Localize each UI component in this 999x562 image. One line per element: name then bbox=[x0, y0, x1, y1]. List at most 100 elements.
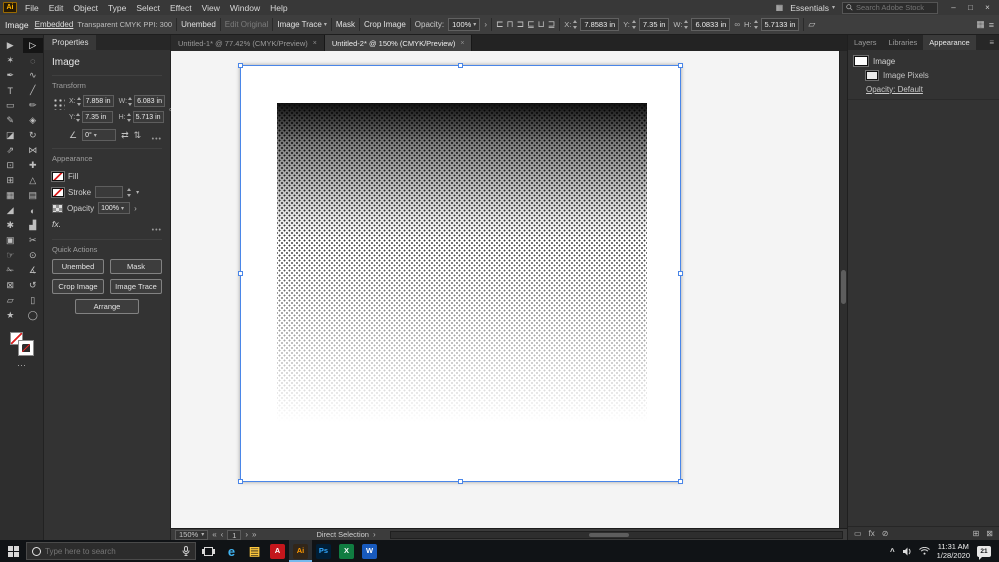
menu-select[interactable]: Select bbox=[131, 3, 165, 13]
zoom-tool[interactable]: ⊙ bbox=[23, 248, 44, 263]
stroke-swatch[interactable] bbox=[51, 186, 65, 198]
stepper[interactable] bbox=[684, 19, 689, 30]
scale-tool[interactable]: ⇗ bbox=[0, 143, 21, 158]
mask-button[interactable]: Mask bbox=[336, 20, 355, 29]
image-trace-dropdown[interactable]: Image Trace ▾ bbox=[277, 20, 326, 29]
menu-view[interactable]: View bbox=[197, 3, 225, 13]
stepper[interactable] bbox=[631, 19, 637, 30]
selection-handle[interactable] bbox=[238, 270, 243, 276]
tab-libraries[interactable]: Libraries bbox=[883, 35, 924, 50]
vertical-scrollbar[interactable] bbox=[839, 51, 847, 528]
h-input[interactable]: 5.713 in bbox=[132, 111, 164, 123]
stepper[interactable] bbox=[128, 96, 133, 107]
file-explorer-icon[interactable]: ▤ bbox=[243, 540, 266, 562]
effects-button[interactable]: fx. bbox=[52, 219, 61, 229]
minimize-button[interactable]: – bbox=[945, 3, 962, 12]
opacity-panel-arrow-icon[interactable]: › bbox=[134, 204, 137, 213]
more-options-icon[interactable]: ••• bbox=[152, 227, 162, 234]
perspective-grid-tool[interactable]: △ bbox=[23, 173, 44, 188]
stroke-swatch[interactable] bbox=[17, 340, 34, 356]
control-panel-menu-icon[interactable]: ≡ bbox=[989, 20, 994, 30]
selection-handle[interactable] bbox=[238, 479, 243, 484]
blend-tool[interactable]: ◐ bbox=[23, 203, 44, 218]
tab-appearance[interactable]: Appearance bbox=[923, 35, 976, 50]
volume-icon[interactable] bbox=[902, 547, 912, 556]
selection-handle[interactable] bbox=[457, 63, 463, 68]
image-trace-button[interactable]: Image Trace bbox=[110, 279, 162, 294]
close-tab-icon[interactable]: × bbox=[313, 40, 317, 47]
flip-horizontal-icon[interactable]: ⇄ bbox=[121, 130, 129, 141]
artboard-number-field[interactable]: 1 bbox=[227, 529, 242, 540]
pen-tool[interactable]: ✒ bbox=[0, 68, 21, 83]
menu-object[interactable]: Object bbox=[68, 3, 103, 13]
menu-file[interactable]: File bbox=[20, 3, 44, 13]
document-tab-1[interactable]: Untitled-1* @ 77.42% (CMYK/Preview) × bbox=[171, 35, 325, 51]
clock[interactable]: 11:31 AM 1/28/2020 bbox=[937, 542, 970, 560]
illustrator-icon[interactable]: Ai bbox=[289, 540, 312, 562]
workspace-switcher[interactable]: Essentials ▾ bbox=[790, 3, 835, 13]
tab-properties[interactable]: Properties bbox=[44, 35, 97, 50]
unembed-button[interactable]: Unembed bbox=[181, 20, 216, 29]
menu-window[interactable]: Window bbox=[225, 3, 265, 13]
panel-menu-icon[interactable]: ≡ bbox=[984, 38, 999, 47]
direct-selection-tool[interactable]: ▷ bbox=[22, 38, 43, 53]
embedded-link[interactable]: Embedded bbox=[35, 20, 74, 29]
shear-icon[interactable]: ▱ bbox=[808, 19, 815, 30]
first-artboard-button[interactable]: « bbox=[212, 530, 216, 539]
unembed-button[interactable]: Unembed bbox=[52, 259, 104, 274]
appearance-row-opacity[interactable]: Opacity: Default bbox=[848, 82, 999, 96]
puppet-warp-tool[interactable]: ✚ bbox=[23, 158, 44, 173]
y-input[interactable]: 7.35 in bbox=[638, 18, 670, 31]
y-input[interactable]: 7.35 in bbox=[82, 111, 114, 123]
last-artboard-button[interactable]: » bbox=[252, 530, 256, 539]
align-top-icon[interactable]: ⊑ bbox=[527, 19, 535, 30]
restore-button[interactable]: □ bbox=[962, 3, 979, 12]
acrobat-icon[interactable]: A bbox=[266, 540, 289, 562]
edge-icon[interactable]: e bbox=[220, 540, 243, 562]
x-input[interactable]: 7.858 in bbox=[82, 95, 114, 107]
horizontal-scrollbar[interactable] bbox=[389, 530, 843, 539]
w-input[interactable]: 6.0833 in bbox=[691, 18, 731, 31]
shape-builder-tool[interactable]: ⊞ bbox=[0, 173, 21, 188]
flip-vertical-icon[interactable]: ⇅ bbox=[134, 130, 142, 141]
photoshop-icon[interactable]: Ps bbox=[312, 540, 335, 562]
align-middle-icon[interactable]: ⊔ bbox=[538, 19, 545, 30]
selection-tool[interactable]: ▶ bbox=[0, 38, 21, 53]
action-center-button[interactable]: 21 bbox=[977, 545, 991, 560]
close-button[interactable]: × bbox=[979, 3, 996, 12]
eyedropper-tool[interactable]: ◢ bbox=[0, 203, 21, 218]
stepper[interactable] bbox=[753, 19, 759, 30]
hidden-icons-chevron[interactable]: ^ bbox=[890, 547, 895, 556]
start-button[interactable] bbox=[0, 540, 26, 562]
star-tool[interactable]: ★ bbox=[0, 308, 21, 323]
close-tab-icon[interactable]: × bbox=[460, 40, 464, 47]
stepper[interactable] bbox=[76, 96, 82, 107]
fill-swatch[interactable] bbox=[51, 170, 65, 182]
artboard-tool[interactable]: ▣ bbox=[0, 233, 21, 248]
stepper[interactable] bbox=[126, 112, 132, 123]
magic-wand-tool[interactable]: ✶ bbox=[0, 53, 21, 68]
opacity-panel-arrow-icon[interactable]: › bbox=[484, 20, 487, 29]
stepper[interactable] bbox=[76, 112, 81, 123]
delete-item-icon[interactable]: ⊠ bbox=[986, 529, 993, 538]
crop-tool[interactable]: ⊠ bbox=[0, 278, 21, 293]
network-icon[interactable] bbox=[918, 547, 930, 555]
edit-toolbar-button[interactable]: ⋯ bbox=[0, 360, 43, 371]
crop-image-button[interactable]: Crop Image bbox=[52, 279, 104, 294]
menu-help[interactable]: Help bbox=[265, 3, 292, 13]
next-artboard-button[interactable]: › bbox=[245, 530, 248, 539]
appearance-row-image[interactable]: Image bbox=[848, 54, 999, 68]
task-view-button[interactable] bbox=[196, 546, 220, 556]
align-bottom-icon[interactable]: ⊒ bbox=[548, 19, 556, 30]
selection-handle[interactable] bbox=[678, 479, 683, 484]
opacity-input[interactable]: 100% ▾ bbox=[448, 18, 481, 31]
rotation-input[interactable]: 0° ▾ bbox=[82, 129, 117, 141]
curvature-tool[interactable]: ∿ bbox=[23, 68, 44, 83]
eraser-tool[interactable]: ◪ bbox=[0, 128, 21, 143]
symbol-sprayer-tool[interactable]: ✱ bbox=[0, 218, 21, 233]
x-input[interactable]: 7.8583 in bbox=[580, 18, 620, 31]
tab-layers[interactable]: Layers bbox=[848, 35, 883, 50]
ellipse-tool[interactable]: ◯ bbox=[23, 308, 44, 323]
gradient-tool[interactable]: ▤ bbox=[23, 188, 44, 203]
free-transform-tool[interactable]: ⊡ bbox=[0, 158, 21, 173]
